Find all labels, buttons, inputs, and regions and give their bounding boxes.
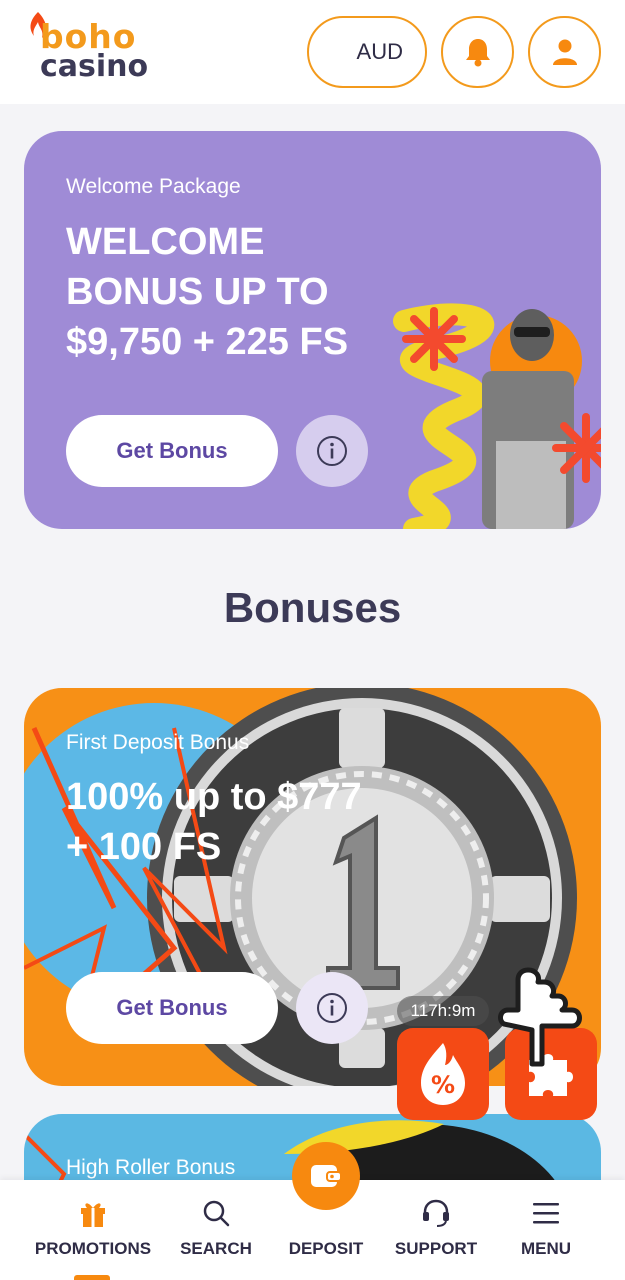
pointer-hand-icon: [498, 967, 582, 1067]
bonus-subtitle: First Deposit Bonus: [66, 731, 250, 754]
nav-menu[interactable]: MENU: [483, 1180, 608, 1280]
search-icon: [203, 1200, 229, 1227]
active-tab-indicator: [74, 1275, 110, 1280]
first-deposit-info-button[interactable]: [296, 972, 368, 1044]
welcome-subtitle: Welcome Package: [66, 175, 241, 198]
profile-button[interactable]: [528, 16, 601, 88]
fire-percent-icon: %: [421, 1043, 465, 1105]
user-icon: [552, 39, 577, 65]
info-icon: [317, 993, 347, 1023]
nav-label: PROMOTIONS: [34, 1239, 152, 1258]
currency-selector[interactable]: AUD: [307, 16, 427, 88]
wallet-icon: [311, 1165, 342, 1187]
gift-icon: [80, 1203, 105, 1227]
boho-casino-logo[interactable]: boho casino: [26, 8, 156, 88]
bonus-subtitle: High Roller Bonus: [66, 1156, 236, 1179]
percent-symbol: %: [431, 1071, 455, 1099]
nav-support[interactable]: SUPPORT: [373, 1180, 498, 1280]
welcome-title: WELCOME BONUS UP TO $9,750 + 225 FS: [66, 221, 349, 363]
nav-promotions[interactable]: PROMOTIONS: [30, 1180, 155, 1280]
woman-illustration: [393, 303, 601, 529]
hamburger-icon: [532, 1203, 559, 1224]
headset-icon: [422, 1199, 449, 1227]
header: boho casino AUD: [0, 0, 625, 104]
hot-promo-button[interactable]: %: [397, 1028, 489, 1120]
first-deposit-get-bonus-button[interactable]: Get Bonus: [66, 972, 278, 1044]
logo-text-bottom: casino: [40, 49, 149, 84]
deposit-button[interactable]: [292, 1142, 360, 1210]
welcome-package-card: Welcome Package WELCOME BONUS UP TO $9,7…: [24, 131, 601, 529]
notifications-button[interactable]: [441, 16, 514, 88]
info-icon: [317, 436, 347, 466]
nav-search[interactable]: SEARCH: [153, 1180, 278, 1280]
welcome-info-button[interactable]: [296, 415, 368, 487]
nav-label: MENU: [520, 1239, 572, 1258]
bell-icon: [465, 39, 490, 67]
bonuses-heading: Bonuses: [223, 584, 402, 631]
bonus-title: 100% up to $777 + 100 FS: [66, 776, 362, 868]
welcome-get-bonus-button[interactable]: Get Bonus: [66, 415, 278, 487]
promo-timer: 117h:9m: [397, 996, 489, 1026]
